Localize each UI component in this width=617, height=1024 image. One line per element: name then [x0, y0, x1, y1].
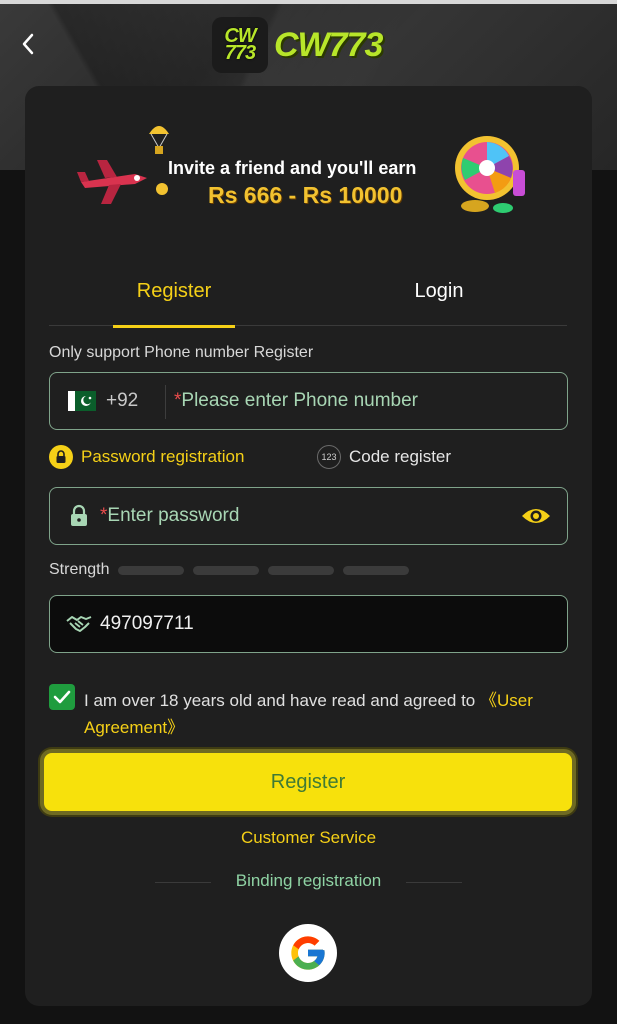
password-placeholder: Enter password	[107, 505, 240, 526]
google-icon	[291, 936, 325, 970]
password-registration-label: Password registration	[81, 447, 245, 466]
parachute-icon	[149, 126, 169, 154]
register-mode-selector: Password registration 123 Code register	[49, 442, 569, 472]
chevron-left-icon	[22, 33, 34, 55]
country-code-selector[interactable]: +92	[68, 373, 138, 429]
code-register-label: Code register	[349, 447, 452, 466]
tab-login[interactable]: Login	[379, 274, 499, 326]
required-mark: *	[174, 390, 182, 411]
logo-text: CW773	[274, 25, 383, 64]
agree-text: I am over 18 years old and have read and…	[84, 687, 564, 741]
field-divider	[165, 385, 166, 419]
eye-icon[interactable]	[520, 505, 552, 527]
required-mark: *	[100, 505, 108, 526]
phone-field[interactable]: +92 * Please enter Phone number	[49, 372, 568, 430]
checkmark-icon	[53, 690, 71, 704]
agree-checkbox[interactable]	[49, 684, 75, 710]
airplane-icon	[77, 160, 147, 204]
tab-register[interactable]: Register	[113, 274, 235, 328]
password-strength: Strength	[49, 558, 410, 582]
agree-statement: I am over 18 years old and have read and…	[84, 691, 480, 710]
strength-bar	[193, 565, 260, 575]
password-input[interactable]: * Enter password	[100, 488, 239, 544]
code-register-option[interactable]: 123 Code register	[317, 442, 451, 472]
country-code: +92	[106, 390, 139, 411]
google-login-button[interactable]	[279, 924, 337, 982]
binding-registration-link[interactable]: Binding registration	[155, 871, 462, 891]
binding-registration-divider: Binding registration	[155, 871, 462, 893]
app-logo: CW 773 CW773	[212, 16, 383, 74]
customer-service-link[interactable]: Customer Service	[25, 828, 592, 848]
status-bar-line	[0, 0, 617, 4]
lock-icon	[71, 504, 87, 526]
support-note: Only support Phone number Register	[49, 344, 314, 361]
invite-code-field[interactable]: 497097711	[49, 595, 568, 653]
invite-banner[interactable]: Invite a friend and you'll earn Rs 666 -…	[75, 122, 545, 222]
code-123-icon: 123	[317, 445, 341, 469]
phone-placeholder: Please enter Phone number	[181, 390, 419, 411]
strength-label: Strength	[49, 561, 110, 578]
back-button[interactable]	[14, 30, 42, 58]
password-registration-option[interactable]: Password registration	[49, 442, 244, 472]
banner-amount: Rs 666 - Rs 10000	[208, 182, 403, 208]
register-button[interactable]: Register	[40, 749, 576, 815]
strength-bar	[118, 565, 185, 575]
lock-icon	[49, 445, 73, 469]
pakistan-flag-icon	[68, 391, 96, 411]
password-field[interactable]: * Enter password	[49, 487, 568, 545]
invite-code-input[interactable]: 497097711	[100, 596, 194, 652]
phone-input[interactable]: * Please enter Phone number	[174, 373, 418, 429]
strength-bar	[343, 565, 410, 575]
logo-badge: CW 773	[212, 17, 268, 73]
handshake-icon	[66, 616, 92, 632]
divider-line	[406, 882, 462, 883]
coin-icon	[156, 183, 168, 195]
register-card: Invite a friend and you'll earn Rs 666 -…	[25, 86, 592, 1006]
prize-wheel-icon	[455, 136, 525, 213]
strength-bar	[268, 565, 335, 575]
auth-tabs: Register Login	[49, 274, 567, 328]
banner-title: Invite a friend and you'll earn	[168, 158, 417, 178]
